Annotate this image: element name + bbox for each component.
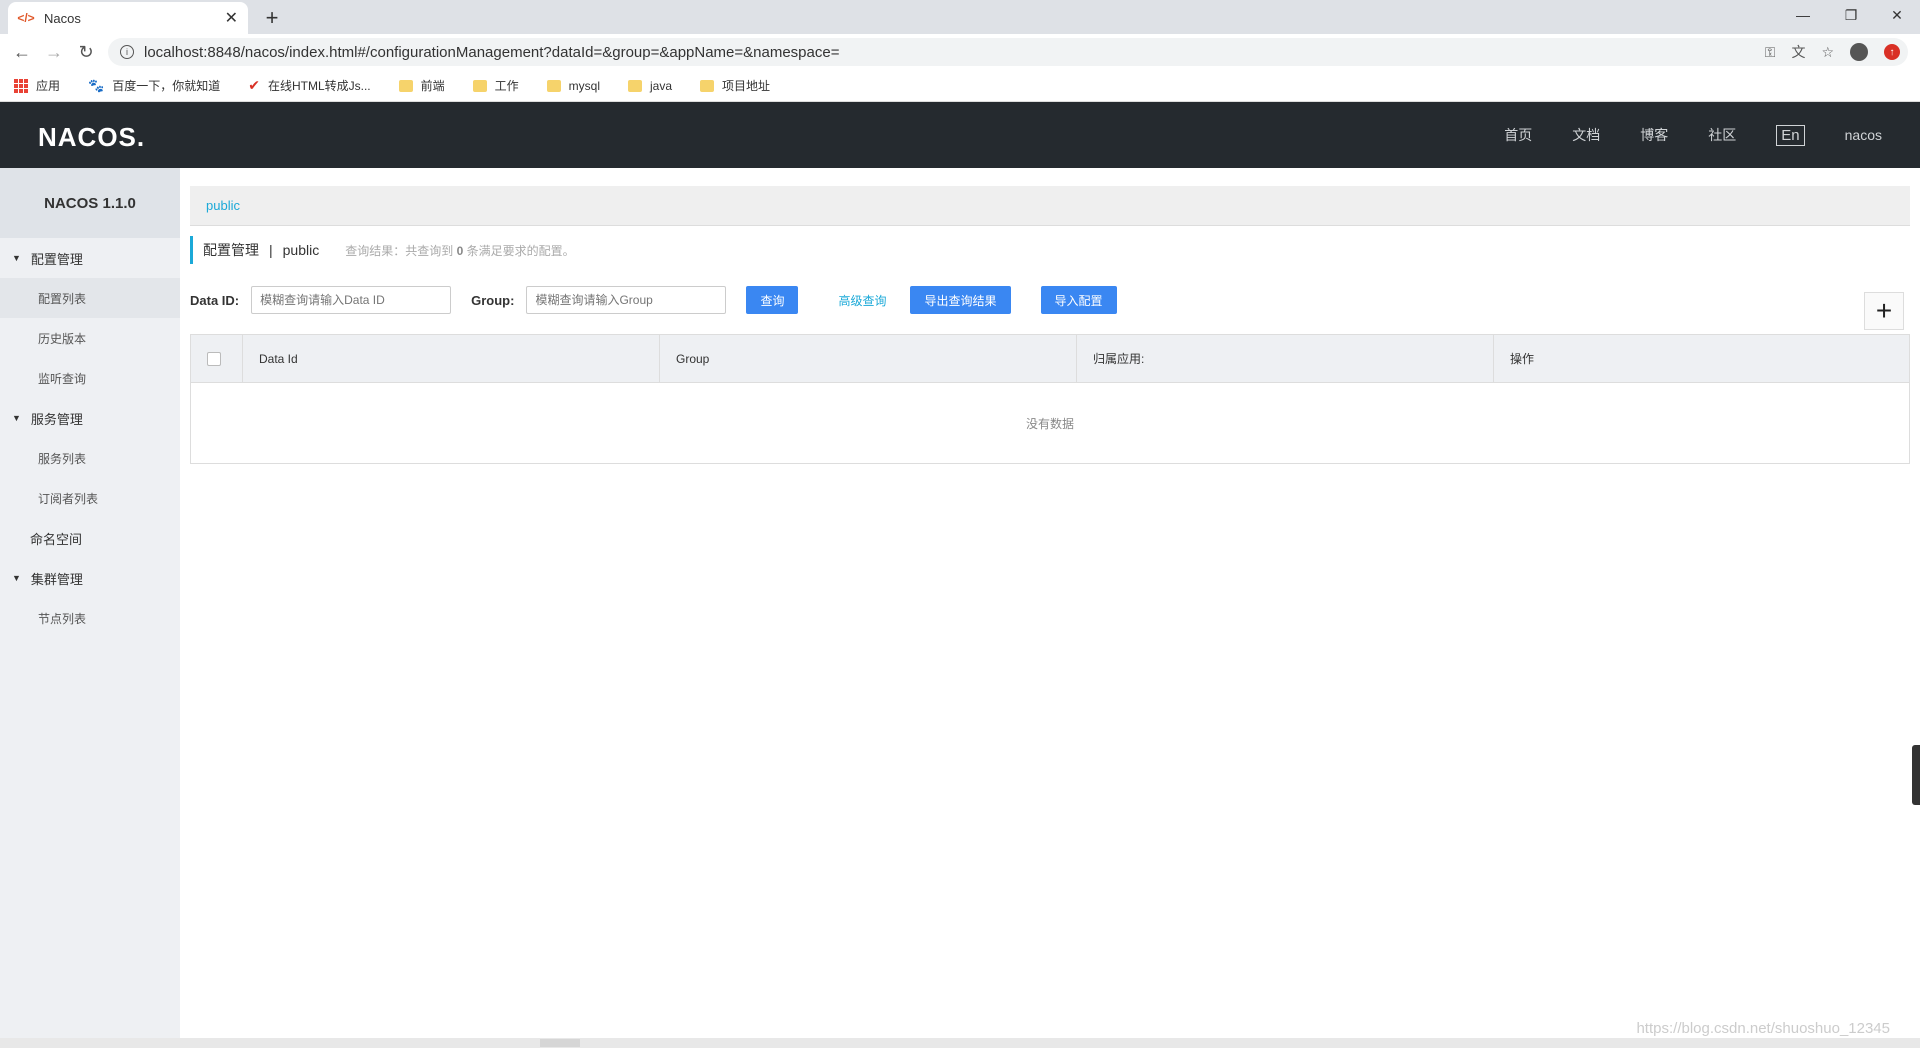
- folder-icon: [398, 79, 413, 92]
- data-id-input[interactable]: [251, 286, 452, 314]
- folder-icon: [546, 79, 561, 92]
- checkmark-icon: ✔: [248, 77, 260, 93]
- sidebar-item-service-list[interactable]: 服务列表: [0, 438, 180, 478]
- nacos-logo[interactable]: NACOS.: [38, 122, 145, 153]
- caret-down-icon: ▼: [12, 413, 21, 423]
- new-tab-icon[interactable]: +: [258, 4, 286, 32]
- query-button[interactable]: 查询: [746, 286, 799, 314]
- browser-tabbar: </> Nacos ✕ + — ❐ ✕: [0, 0, 1920, 34]
- browser-tab[interactable]: </> Nacos ✕: [8, 2, 248, 34]
- advanced-query-link[interactable]: 高级查询: [838, 292, 886, 309]
- address-bar[interactable]: i localhost:8848/nacos/index.html#/confi…: [108, 38, 1908, 66]
- filter-bar: Data ID: Group: 查询 高级查询 导出查询结果 导入配置 +: [190, 284, 1910, 330]
- nacos-favicon-icon: </>: [17, 11, 35, 25]
- data-id-label: Data ID:: [190, 292, 240, 308]
- main-content: public 配置管理 | public 查询结果：共查询到 0 条满足要求的配…: [190, 186, 1910, 464]
- profile-avatar[interactable]: [1850, 43, 1868, 61]
- nav-home[interactable]: 首页: [1504, 125, 1532, 145]
- forward-icon[interactable]: →: [40, 38, 68, 66]
- bookmarks-bar: 应用 🐾 百度一下，你就知道 ✔ 在线HTML转成Js... 前端 工作 mys…: [0, 70, 1920, 102]
- nav-blog[interactable]: 博客: [1640, 125, 1668, 145]
- top-nav: 首页 文档 博客 社区 En nacos: [1504, 102, 1882, 168]
- bookmark-baidu[interactable]: 🐾 百度一下，你就知道: [88, 77, 220, 94]
- language-toggle[interactable]: En: [1776, 124, 1805, 146]
- translate-icon[interactable]: 文: [1791, 42, 1805, 62]
- restore-icon[interactable]: ❐: [1828, 0, 1874, 30]
- table-empty-state: 没有数据: [1025, 416, 1074, 431]
- page-title: 配置管理 | public 查询结果：共查询到 0 条满足要求的配置。: [190, 236, 1910, 264]
- sidebar: NACOS 1.1.0 ▼ 配置管理 配置列表 历史版本 监听查询 ▼ 服务管理…: [0, 168, 180, 1038]
- horizontal-scrollbar[interactable]: [0, 1038, 1920, 1048]
- bookmark-apps[interactable]: 应用: [14, 77, 60, 94]
- side-scroll-handle[interactable]: [1912, 745, 1920, 805]
- sidebar-item-config-list[interactable]: 配置列表: [0, 278, 180, 318]
- close-window-icon[interactable]: ✕: [1874, 0, 1920, 30]
- watermark: https://blog.csdn.net/shuoshuo_12345: [1636, 1020, 1890, 1037]
- folder-icon: [700, 79, 715, 92]
- group-input[interactable]: [526, 286, 727, 314]
- namespace-tab-public[interactable]: public: [206, 198, 240, 213]
- bookmark-folder-projects[interactable]: 项目地址: [700, 77, 770, 94]
- sidebar-item-listener-query[interactable]: 监听查询: [0, 358, 180, 398]
- folder-icon: [472, 79, 487, 92]
- back-icon[interactable]: ←: [8, 38, 36, 66]
- nav-community[interactable]: 社区: [1708, 125, 1736, 145]
- query-summary: 查询结果：共查询到 0 条满足要求的配置。: [345, 243, 575, 258]
- user-menu[interactable]: nacos: [1845, 127, 1882, 143]
- caret-down-icon: ▼: [12, 573, 21, 583]
- column-data-id: Data Id: [243, 335, 660, 382]
- sidebar-group-service[interactable]: ▼ 服务管理: [0, 398, 180, 438]
- bookmark-folder-frontend[interactable]: 前端: [398, 77, 445, 94]
- sidebar-item-subscriber-list[interactable]: 订阅者列表: [0, 478, 180, 518]
- column-group: Group: [660, 335, 1077, 382]
- sidebar-item-node-list[interactable]: 节点列表: [0, 598, 180, 638]
- export-results-button[interactable]: 导出查询结果: [910, 286, 1011, 314]
- namespace-bar: public: [190, 186, 1910, 226]
- result-count: 0: [456, 243, 464, 258]
- column-actions: 操作: [1510, 352, 1535, 366]
- key-icon[interactable]: ⚿: [1765, 44, 1776, 61]
- sidebar-group-config[interactable]: ▼ 配置管理: [0, 238, 180, 278]
- sidebar-title: NACOS 1.1.0: [0, 168, 180, 238]
- url-text: localhost:8848/nacos/index.html#/configu…: [144, 43, 840, 61]
- reload-icon[interactable]: ↻: [72, 38, 100, 66]
- column-app: 归属应用:: [1077, 335, 1494, 382]
- extension-icon[interactable]: ↑: [1884, 44, 1900, 60]
- minimize-icon[interactable]: —: [1780, 0, 1826, 30]
- caret-down-icon: ▼: [12, 253, 21, 263]
- select-all-checkbox[interactable]: [207, 351, 221, 366]
- page-title-namespace: public: [282, 242, 320, 258]
- tab-title: Nacos: [44, 10, 81, 26]
- star-icon[interactable]: ☆: [1821, 44, 1834, 61]
- app-header: NACOS. 首页 文档 博客 社区 En nacos: [0, 102, 1920, 168]
- sidebar-group-cluster[interactable]: ▼ 集群管理: [0, 558, 180, 598]
- bookmark-folder-java[interactable]: java: [628, 79, 672, 93]
- site-info-icon[interactable]: i: [120, 45, 134, 59]
- bookmark-folder-work[interactable]: 工作: [472, 77, 519, 94]
- folder-icon: [628, 79, 642, 92]
- bookmark-folder-mysql[interactable]: mysql: [546, 79, 600, 93]
- page-title-text: 配置管理: [203, 242, 259, 258]
- bookmark-html-js[interactable]: ✔ 在线HTML转成Js...: [248, 77, 370, 94]
- nav-docs[interactable]: 文档: [1572, 125, 1600, 145]
- group-label: Group:: [471, 292, 515, 308]
- baidu-paw-icon: 🐾: [88, 77, 105, 93]
- sidebar-item-namespace[interactable]: 命名空间: [0, 518, 180, 558]
- tab-close-icon[interactable]: ✕: [225, 8, 238, 28]
- add-config-button[interactable]: +: [1864, 292, 1904, 330]
- sidebar-item-history[interactable]: 历史版本: [0, 318, 180, 358]
- page-title-separator: |: [269, 242, 273, 258]
- apps-icon: [14, 78, 28, 93]
- browser-toolbar: ← → ↻ i localhost:8848/nacos/index.html#…: [0, 34, 1920, 70]
- import-config-button[interactable]: 导入配置: [1040, 286, 1117, 314]
- config-table: Data Id Group 归属应用: 操作 没有数据: [190, 334, 1910, 464]
- select-all-cell: [191, 335, 243, 382]
- table-header: Data Id Group 归属应用: 操作: [191, 335, 1909, 383]
